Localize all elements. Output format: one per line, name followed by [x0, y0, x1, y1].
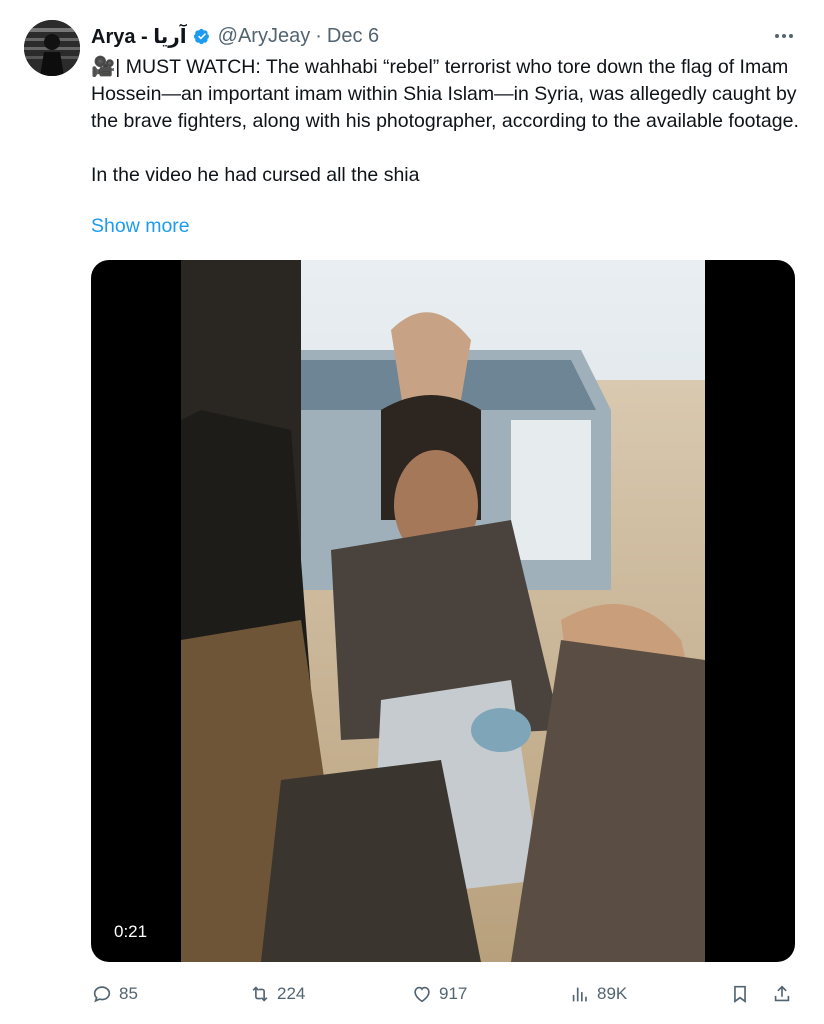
- like-count: 917: [439, 984, 468, 1003]
- reply-button[interactable]: 85: [91, 978, 138, 1010]
- verified-badge-icon: [192, 26, 212, 46]
- video-thumbnail: [181, 260, 705, 962]
- reply-icon: [93, 986, 111, 1003]
- tweet-date[interactable]: Dec 6: [327, 25, 379, 48]
- heart-icon: [414, 986, 430, 1003]
- tweet-text-paragraph: In the video he had cursed all the shia: [91, 164, 420, 186]
- show-more-link[interactable]: Show more: [91, 215, 190, 238]
- tweet-header: Arya - آریا @AryJeay · Dec 6: [91, 20, 379, 52]
- tweet-card[interactable]: Arya - آریا @AryJeay · Dec 6 🎥| MUST WAT…: [0, 0, 824, 1024]
- author-display-name[interactable]: Arya - آریا: [91, 24, 187, 49]
- video-duration: 0:21: [107, 918, 155, 946]
- views-button[interactable]: 89K: [569, 978, 627, 1010]
- video-player[interactable]: 0:21: [91, 260, 795, 962]
- author-handle[interactable]: @AryJeay: [218, 25, 311, 48]
- header-separator: ·: [315, 24, 322, 47]
- tweet-text-paragraph: 🎥| MUST WATCH: The wahhabi “rebel” terro…: [91, 56, 802, 132]
- tweet-text: 🎥| MUST WATCH: The wahhabi “rebel” terro…: [91, 54, 801, 189]
- analytics-icon: [572, 987, 587, 1002]
- like-button[interactable]: 917: [411, 978, 467, 1010]
- share-button[interactable]: [771, 978, 793, 1010]
- view-count: 89K: [597, 984, 628, 1003]
- bookmark-icon: [734, 985, 746, 1003]
- repost-count: 224: [277, 984, 306, 1003]
- more-options-icon[interactable]: [772, 24, 796, 48]
- reply-count: 85: [119, 984, 138, 1003]
- repost-button[interactable]: 224: [249, 978, 305, 1010]
- action-bar: 85 224 917 89K: [91, 978, 803, 1010]
- avatar[interactable]: [24, 20, 80, 76]
- bookmark-button[interactable]: [729, 978, 751, 1010]
- repost-icon: [252, 986, 268, 1002]
- share-icon: [774, 985, 790, 1002]
